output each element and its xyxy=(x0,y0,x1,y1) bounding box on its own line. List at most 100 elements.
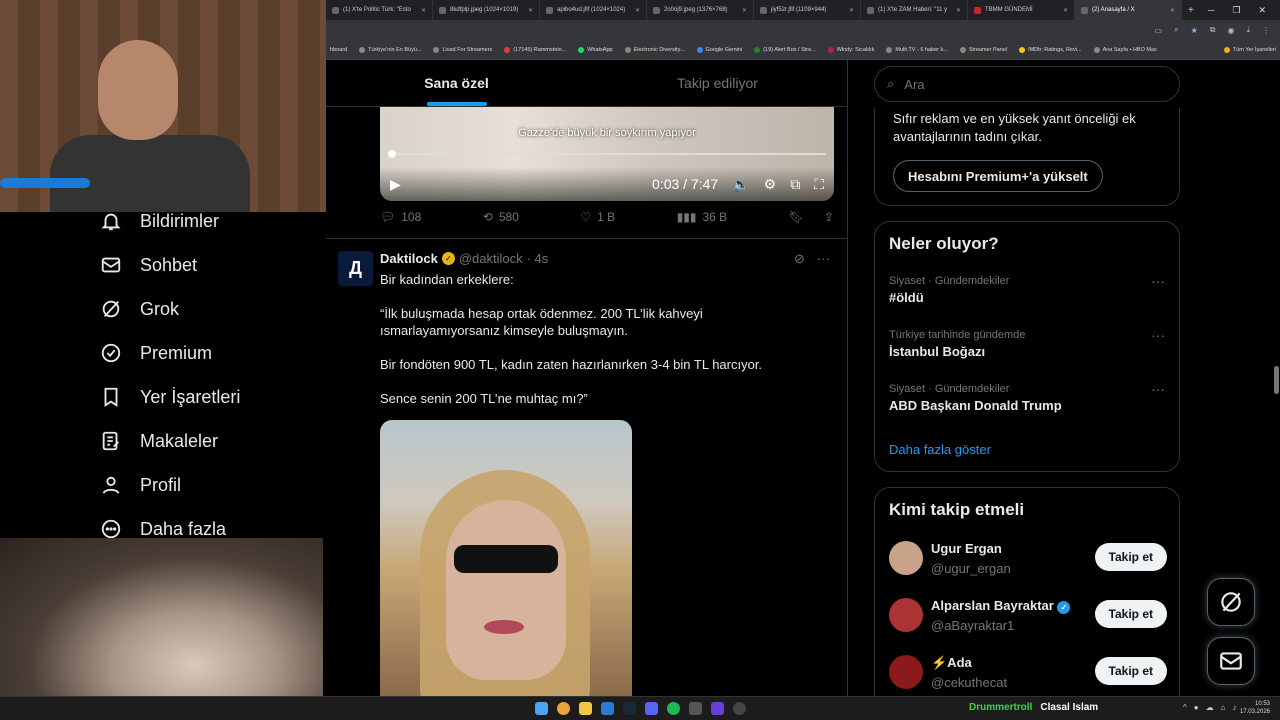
grok-icon[interactable]: ⊘ xyxy=(794,251,805,267)
app-icon[interactable] xyxy=(689,702,702,715)
close-tab-icon[interactable]: ✕ xyxy=(956,7,961,14)
close-tab-icon[interactable]: ✕ xyxy=(635,7,640,14)
author-name[interactable]: Daktilock xyxy=(380,251,438,266)
show-more-link[interactable]: Daha fazla göster xyxy=(889,442,991,457)
follow-suggestion[interactable]: Alparslan Bayraktar ✓ @aBayraktar1 Takip… xyxy=(889,596,1167,636)
post-video[interactable] xyxy=(380,420,632,696)
onedrive-icon[interactable]: ☁ xyxy=(1206,703,1214,712)
close-window-icon[interactable]: ✕ xyxy=(1258,5,1266,16)
fullscreen-icon[interactable]: ⛶ xyxy=(814,176,824,193)
avatar[interactable] xyxy=(889,541,923,575)
close-tab-icon[interactable]: ✕ xyxy=(528,7,533,14)
bookmark[interactable]: hboard xyxy=(330,47,347,53)
file-explorer-icon[interactable] xyxy=(579,702,592,715)
follow-suggestion[interactable]: ⚡Ada @cekuthecat Takip et xyxy=(889,653,1167,693)
pip-icon[interactable]: ⧉ xyxy=(790,176,800,193)
video-progress-bar[interactable] xyxy=(388,153,826,155)
play-icon[interactable]: ▶ xyxy=(390,176,401,193)
bookmark[interactable]: WhatsApp xyxy=(578,46,613,53)
network-icon[interactable]: ⌂ xyxy=(1221,703,1226,712)
browser-tab[interactable]: 8kdfplp.jpeg (1024×1019) ✕ xyxy=(433,0,540,20)
browser-tab-active[interactable]: (2) Anasayfa / X ✕ xyxy=(1075,0,1182,20)
trend-item[interactable]: Siyaset · Gündemdekiler ABD Başkanı Dona… xyxy=(889,381,1165,413)
bookmark[interactable]: IMDb: Ratings, Revi... xyxy=(1019,46,1082,53)
video-player[interactable]: Gazze'de büyük bir soykırım yapıyor ▶ 0:… xyxy=(380,107,834,201)
browser-tab[interactable]: 2o0oj9.jpeg (1376×768) ✕ xyxy=(647,0,754,20)
scrollbar-thumb[interactable] xyxy=(1274,366,1279,394)
like-button[interactable]: ♡ 1 B xyxy=(580,210,615,224)
sidebar-item-more[interactable]: Daha fazla xyxy=(100,518,226,540)
avatar[interactable]: Д xyxy=(338,251,373,286)
app-icon[interactable] xyxy=(711,702,724,715)
follow-button[interactable]: Takip et xyxy=(1094,600,1167,628)
repost-button[interactable]: ⟲ 580 xyxy=(483,210,519,224)
volume-icon[interactable]: 🔈 xyxy=(732,176,749,193)
browser-tab[interactable]: jiyf52r.jfif (1109×944) ✕ xyxy=(754,0,861,20)
obs-icon[interactable] xyxy=(733,702,746,715)
chevron-up-icon[interactable]: ^ xyxy=(1183,703,1187,712)
zoom-icon[interactable]: ⌕ xyxy=(1174,25,1178,35)
bookmark[interactable]: Windy: Sıcaklık xyxy=(827,46,874,53)
browser-tab[interactable]: (1) X'te Politic Türk: "Esto ✕ xyxy=(326,0,433,20)
bookmark[interactable]: (19) Alert Box / Stre... xyxy=(754,46,816,53)
post-time[interactable]: · 4s xyxy=(527,251,549,266)
close-tab-icon[interactable]: ✕ xyxy=(849,7,854,14)
follow-suggestion[interactable]: Ugur Ergan @ugur_ergan Takip et xyxy=(889,539,1167,579)
more-icon[interactable]: ··· xyxy=(1151,327,1165,343)
sidebar-item-chat[interactable]: Sohbet xyxy=(100,254,197,276)
cast-icon[interactable]: ▭ xyxy=(1155,26,1163,35)
all-bookmarks[interactable]: Tüm Yer İşaretleri xyxy=(1223,46,1276,53)
minimize-icon[interactable]: ─ xyxy=(1208,5,1214,16)
steam-icon[interactable] xyxy=(623,702,636,715)
browser-tab[interactable]: (1) X'te ZAM Haberi: "11 y ✕ xyxy=(861,0,968,20)
author-handle[interactable]: @daktilock xyxy=(459,251,523,266)
mic-icon[interactable]: ● xyxy=(1194,703,1199,712)
bookmark[interactable]: Ana Sayfa • HBO Max xyxy=(1093,46,1157,53)
trend-item[interactable]: Türkiye tarihinde gündemde İstanbul Boğa… xyxy=(889,327,1165,359)
menu-icon[interactable]: ⋮ xyxy=(1262,26,1270,35)
bookmark[interactable]: Streamer Panel xyxy=(959,46,1007,53)
video-progress-knob[interactable] xyxy=(388,150,396,158)
clock[interactable]: 10:53 17.03.2026 xyxy=(1240,700,1270,716)
download-icon[interactable]: ⤓ xyxy=(1246,25,1250,35)
app-icon[interactable] xyxy=(601,702,614,715)
sidebar-item-bookmarks[interactable]: Yer İşaretleri xyxy=(100,386,240,408)
tab-for-you[interactable]: Sana özel xyxy=(326,60,587,106)
bookmark[interactable]: Electronic Diversity... xyxy=(624,46,685,53)
more-icon[interactable]: ··· xyxy=(1151,273,1165,289)
grok-fab[interactable] xyxy=(1207,578,1255,626)
bookmark[interactable]: Multi TV - 6 haber k... xyxy=(886,46,948,53)
volume-icon[interactable]: ♪ xyxy=(1232,703,1236,712)
browser-tab[interactable]: TBMM GÜNDEMİ ✕ xyxy=(968,0,1075,20)
extensions-icon[interactable]: ⧉ xyxy=(1210,25,1216,35)
avatar[interactable] xyxy=(889,655,923,689)
bookmark[interactable]: Türkiye'nin En Büyü... xyxy=(359,46,421,53)
bookmark[interactable]: Google Gemini xyxy=(696,46,742,53)
bookmark[interactable]: Livad For Streamers xyxy=(433,46,492,53)
new-tab-icon[interactable]: + xyxy=(1182,5,1200,16)
search-input[interactable]: ⌕ Ara xyxy=(874,66,1180,102)
sidebar-item-profile[interactable]: Profil xyxy=(100,474,181,496)
views-button[interactable]: ▮▮▮ 36 B xyxy=(677,210,728,224)
more-icon[interactable]: ··· xyxy=(1151,381,1165,397)
bookmark[interactable]: (17145) Rammstein... xyxy=(504,46,566,53)
discord-icon[interactable] xyxy=(645,702,658,715)
tab-following[interactable]: Takip ediliyor xyxy=(587,60,847,106)
avatar[interactable] xyxy=(889,598,923,632)
follow-button[interactable]: Takip et xyxy=(1094,543,1167,571)
close-tab-icon[interactable]: ✕ xyxy=(1063,7,1068,14)
settings-icon[interactable]: ⚙ xyxy=(764,176,777,193)
more-icon[interactable]: ··· xyxy=(817,251,830,267)
chrome-icon[interactable] xyxy=(557,702,570,715)
messages-fab[interactable] xyxy=(1207,637,1255,685)
trend-item[interactable]: Siyaset · Gündemdekiler #öldü ··· xyxy=(889,273,1165,305)
reply-button[interactable]: 💬︎ 108 xyxy=(380,210,421,224)
sidebar-item-premium[interactable]: Premium xyxy=(100,342,212,364)
profile-icon[interactable]: ◉ xyxy=(1227,26,1234,35)
start-icon[interactable] xyxy=(535,702,548,715)
follow-button[interactable]: Takip et xyxy=(1094,657,1167,685)
close-tab-icon[interactable]: ✕ xyxy=(421,7,426,14)
star-icon[interactable]: ★ xyxy=(1191,26,1198,35)
close-tab-icon[interactable]: ✕ xyxy=(1170,7,1175,14)
bookmark-button[interactable]: 🔖︎ ⇪ xyxy=(789,210,834,224)
